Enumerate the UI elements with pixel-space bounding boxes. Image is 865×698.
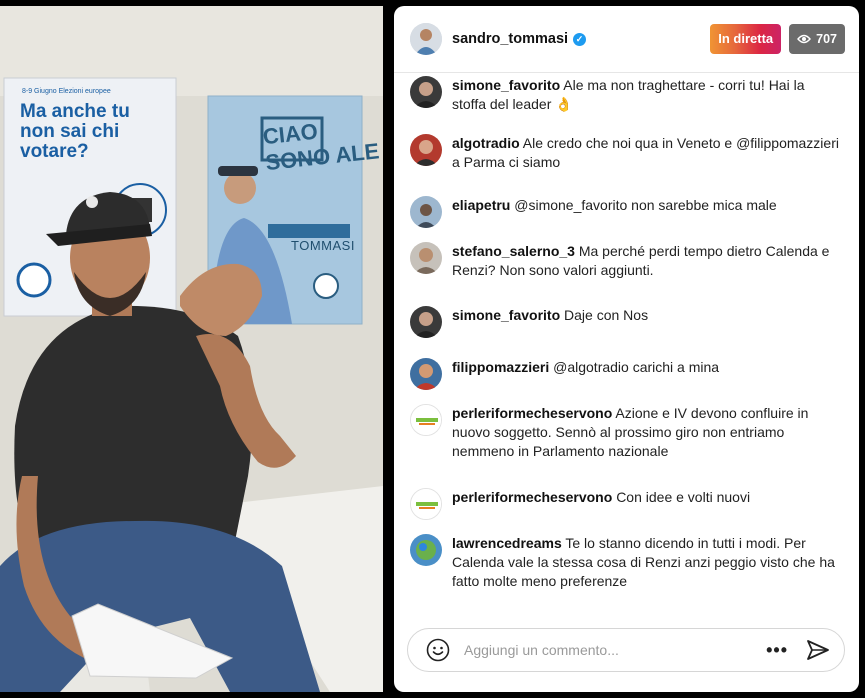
emoji-icon[interactable] xyxy=(426,638,450,662)
comment-username[interactable]: stefano_salerno_3 xyxy=(452,243,575,259)
comment-text: Daje con Nos xyxy=(564,307,649,323)
comment-input[interactable] xyxy=(464,642,767,658)
comment-list[interactable]: simone_favorito Ale ma non traghettare -… xyxy=(394,74,859,610)
comment-item: algotradio Ale credo che noi qua in Vene… xyxy=(410,134,840,172)
comment-text: @algotradio carichi a mina xyxy=(553,359,720,375)
comment-avatar[interactable] xyxy=(410,534,442,566)
comment-username[interactable]: eliapetru xyxy=(452,197,510,213)
host-username[interactable]: sandro_tommasi xyxy=(452,31,568,47)
live-badge: In diretta xyxy=(710,24,782,54)
viewer-count: 707 xyxy=(816,32,837,46)
comment-avatar[interactable] xyxy=(410,306,442,338)
comment-item: simone_favorito Daje con Nos xyxy=(410,306,840,338)
comment-text: Con idee e volti nuovi xyxy=(616,489,751,505)
eye-icon xyxy=(797,34,812,44)
comment-avatar[interactable] xyxy=(410,196,442,228)
comment-avatar[interactable] xyxy=(410,242,442,274)
comment-text: @simone_favorito non sarebbe mica male xyxy=(514,197,777,213)
comment-item: stefano_salerno_3 Ma perché perdi tempo … xyxy=(410,242,840,280)
comment-item: lawrencedreams Te lo stanno dicendo in t… xyxy=(410,534,840,591)
live-chat-panel: sandro_tommasi ✓ In diretta 707 simone_f… xyxy=(394,6,859,692)
more-icon[interactable]: ••• xyxy=(766,640,788,661)
comment-username[interactable]: algotradio xyxy=(452,135,520,151)
comment-item: perleriformecheservono Con idee e volti … xyxy=(410,488,840,520)
viewer-count-badge[interactable]: 707 xyxy=(789,24,845,54)
comment-item: perleriformecheservono Azione e IV devon… xyxy=(410,404,840,461)
send-icon[interactable] xyxy=(806,639,830,661)
verified-badge-icon: ✓ xyxy=(573,32,587,46)
comment-username[interactable]: simone_favorito xyxy=(452,307,560,323)
comment-avatar[interactable] xyxy=(410,134,442,166)
poster-left-small-text: 8-9 Giugno Elezioni europee xyxy=(22,88,111,95)
comment-avatar[interactable] xyxy=(410,358,442,390)
live-video[interactable]: 8-9 Giugno Elezioni europee Ma anche tu … xyxy=(0,6,383,692)
comment-avatar[interactable] xyxy=(410,488,442,520)
comment-username[interactable]: filippomazzieri xyxy=(452,359,549,375)
poster-left-headline: Ma anche tu non sai chi votare? xyxy=(20,101,130,162)
comment-username[interactable]: perleriformecheservono xyxy=(452,405,612,421)
host-avatar[interactable] xyxy=(410,23,442,55)
comment-avatar[interactable] xyxy=(410,404,442,436)
comment-item: simone_favorito Ale ma non traghettare -… xyxy=(410,76,840,114)
comment-item: filippomazzieri @algotradio carichi a mi… xyxy=(410,358,840,390)
live-header: sandro_tommasi ✓ In diretta 707 xyxy=(394,6,859,73)
comment-username[interactable]: lawrencedreams xyxy=(452,535,562,551)
comment-username[interactable]: simone_favorito xyxy=(452,77,560,93)
comment-avatar[interactable] xyxy=(410,76,442,108)
comment-composer: ••• xyxy=(407,628,845,672)
comment-item: eliapetru @simone_favorito non sarebbe m… xyxy=(410,196,840,228)
comment-username[interactable]: perleriformecheservono xyxy=(452,489,612,505)
poster-right-name: TOMMASI xyxy=(291,238,355,253)
